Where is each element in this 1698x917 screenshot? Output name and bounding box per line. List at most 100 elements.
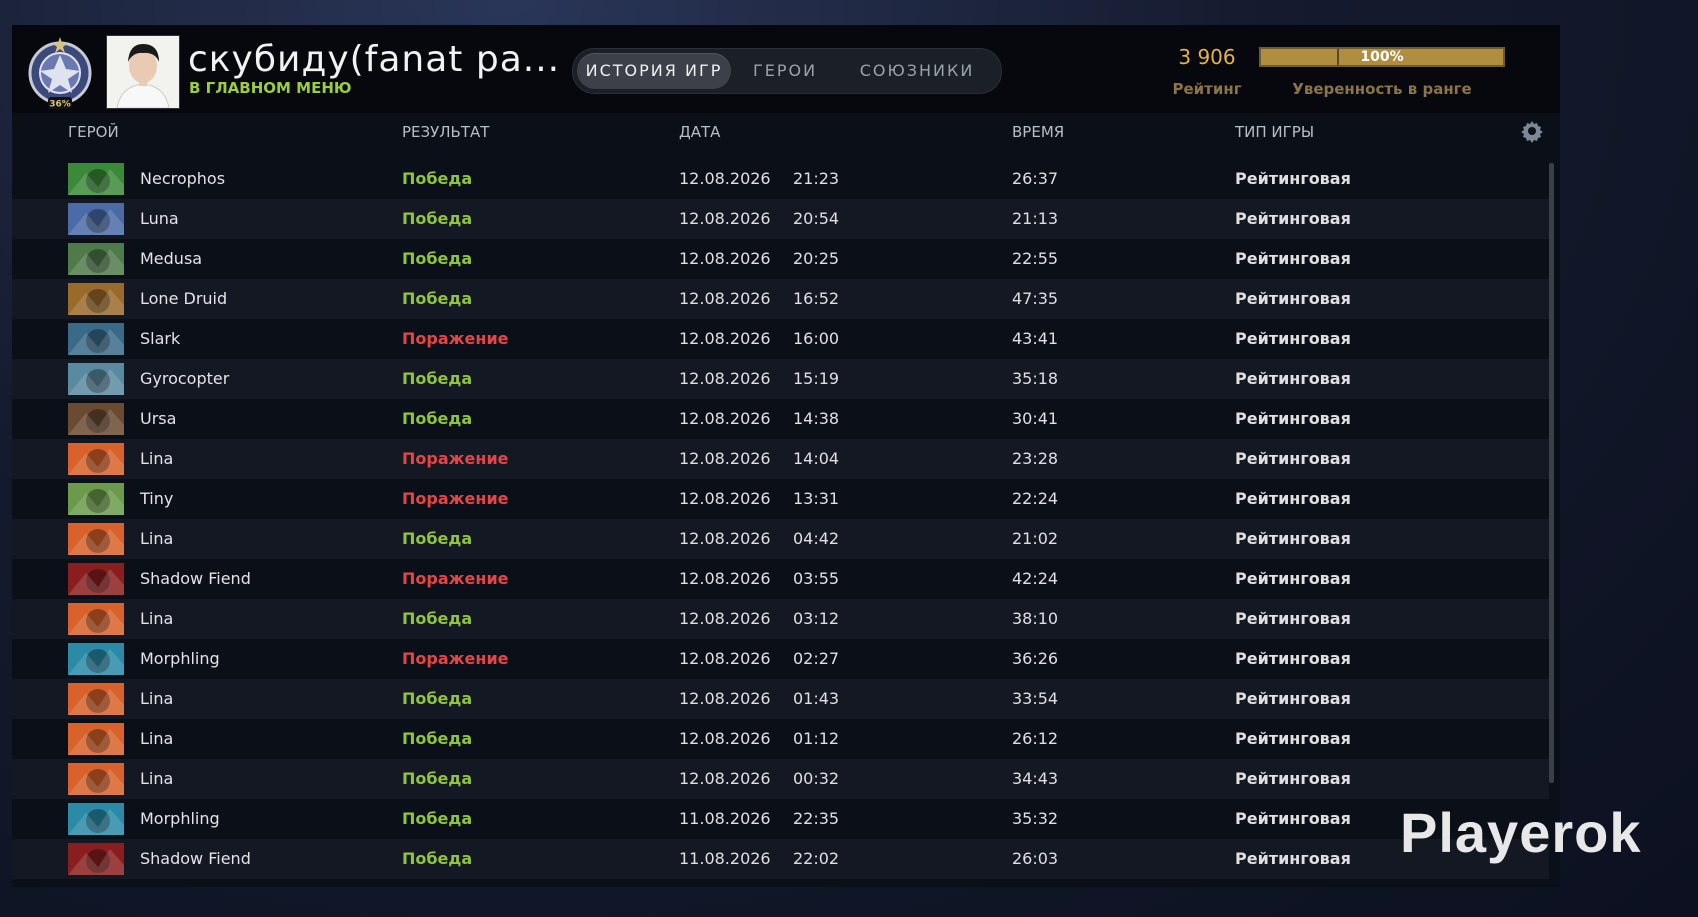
confidence-label: Уверенность в ранге [1292, 80, 1472, 98]
tab-heroes[interactable]: ГЕРОИ [735, 53, 835, 89]
column-hero[interactable]: ГЕРОЙ [68, 123, 119, 141]
match-duration: 43:41 [1012, 329, 1059, 348]
table-row[interactable]: Lina Победа 12.08.2026 00:32 34:43 Рейтингова… [12, 759, 1549, 799]
hero-portrait-icon [68, 603, 124, 635]
match-duration: 42:24 [1012, 569, 1059, 588]
hero-portrait-icon [68, 843, 124, 875]
hero-portrait-icon [68, 483, 124, 515]
table-row[interactable]: Lina Победа 12.08.2026 01:43 33:54 Рейтингова… [12, 679, 1549, 719]
confidence-bar: 100% [1259, 47, 1505, 67]
table-row[interactable]: Tiny Поражение 12.08.2026 13:31 22:24 Рейтинг… [12, 479, 1549, 519]
match-time: 01:12 [793, 729, 840, 748]
match-duration: 26:03 [1012, 849, 1059, 868]
hero-portrait-icon [68, 643, 124, 675]
hero-name: Lina [140, 729, 174, 748]
column-game-type[interactable]: ТИП ИГРЫ [1235, 123, 1314, 141]
hero-name: Slark [140, 329, 181, 348]
hero-name: Lone Druid [140, 289, 228, 308]
match-time: 04:42 [793, 529, 840, 548]
avatar[interactable] [106, 35, 180, 109]
match-duration: 35:18 [1012, 369, 1059, 388]
table-row[interactable]: Necrophos Победа 12.08.2026 21:23 26:37 Рейти… [12, 159, 1549, 199]
match-duration: 26:12 [1012, 729, 1059, 748]
table-row[interactable]: Lina Победа 12.08.2026 04:42 21:02 Рейтингова… [12, 519, 1549, 559]
match-duration: 21:02 [1012, 529, 1059, 548]
match-result: Победа [402, 609, 473, 628]
hero-name: Ursa [140, 409, 177, 428]
hero-name: Morphling [140, 649, 220, 668]
game-type: Рейтинговая [1235, 369, 1351, 388]
game-type: Рейтинговая [1235, 849, 1351, 868]
table-row[interactable]: Luna Победа 12.08.2026 20:54 21:13 Рейтингова… [12, 199, 1549, 239]
match-time: 02:27 [793, 649, 840, 668]
tab-allies[interactable]: СОЮЗНИКИ [839, 53, 995, 89]
match-date: 12.08.2026 [679, 249, 771, 268]
hero-portrait-icon [68, 803, 124, 835]
game-type: Рейтинговая [1235, 489, 1351, 508]
table-row[interactable]: Morphling Поражение 12.08.2026 02:27 36:26 Ре… [12, 639, 1549, 679]
scrollbar[interactable] [1549, 163, 1554, 783]
match-time: 22:35 [793, 809, 840, 828]
match-list: Necrophos Победа 12.08.2026 21:23 26:37 Рейти… [12, 159, 1549, 879]
table-row[interactable]: Morphling Победа 11.08.2026 22:35 35:32 Рейти… [12, 799, 1549, 839]
match-date: 12.08.2026 [679, 649, 771, 668]
match-date: 12.08.2026 [679, 489, 771, 508]
rank-medal-icon: 36% [28, 37, 92, 110]
match-date: 11.08.2026 [679, 849, 771, 868]
table-row[interactable]: Lone Druid Победа 12.08.2026 16:52 47:35 Рейт… [12, 279, 1549, 319]
watermark: Playerok [1400, 801, 1642, 864]
rating-value: 3 906 [1178, 45, 1236, 69]
match-time: 21:23 [793, 169, 840, 188]
table-row[interactable]: Ursa Победа 12.08.2026 14:38 30:41 Рейтингова… [12, 399, 1549, 439]
hero-portrait-icon [68, 763, 124, 795]
match-result: Победа [402, 409, 473, 428]
player-name[interactable]: скубиду(fanat ра... [188, 39, 560, 80]
hero-portrait-icon [68, 683, 124, 715]
hero-name: Lina [140, 449, 174, 468]
column-result[interactable]: РЕЗУЛЬТАТ [402, 123, 489, 141]
player-status: В ГЛАВНОМ МЕНЮ [189, 79, 352, 97]
match-duration: 22:24 [1012, 489, 1059, 508]
match-date: 12.08.2026 [679, 409, 771, 428]
match-result: Победа [402, 809, 473, 828]
match-duration: 47:35 [1012, 289, 1059, 308]
game-type: Рейтинговая [1235, 609, 1351, 628]
table-row[interactable]: Lina Победа 12.08.2026 03:12 38:10 Рейтингова… [12, 599, 1549, 639]
tab-match-history[interactable]: ИСТОРИЯ ИГР [577, 53, 731, 89]
match-time: 16:00 [793, 329, 840, 348]
match-time: 20:25 [793, 249, 840, 268]
table-row[interactable]: Medusa Победа 12.08.2026 20:25 22:55 Рейтинго… [12, 239, 1549, 279]
table-row[interactable]: Gyrocopter Победа 12.08.2026 15:19 35:18 Рейт… [12, 359, 1549, 399]
match-date: 12.08.2026 [679, 529, 771, 548]
column-date[interactable]: ДАТА [679, 123, 720, 141]
table-row[interactable]: Slark Поражение 12.08.2026 16:00 43:41 Рейтин… [12, 319, 1549, 359]
match-result: Победа [402, 209, 473, 228]
match-result: Победа [402, 169, 473, 188]
match-result: Победа [402, 369, 473, 388]
hero-portrait-icon [68, 523, 124, 555]
table-row[interactable]: Shadow Fiend Поражение 12.08.2026 03:55 42:2… [12, 559, 1549, 599]
match-date: 11.08.2026 [679, 809, 771, 828]
match-duration: 30:41 [1012, 409, 1059, 428]
match-duration: 36:26 [1012, 649, 1059, 668]
match-date: 12.08.2026 [679, 289, 771, 308]
column-duration[interactable]: ВРЕМЯ [1012, 123, 1064, 141]
avatar-portrait-icon [107, 36, 179, 108]
match-duration: 35:32 [1012, 809, 1059, 828]
match-result: Поражение [402, 449, 509, 468]
match-time: 03:12 [793, 609, 840, 628]
game-type: Рейтинговая [1235, 289, 1351, 308]
table-row[interactable]: Lina Победа 12.08.2026 01:12 26:12 Рейтингова… [12, 719, 1549, 759]
gear-icon[interactable] [1520, 119, 1544, 143]
match-time: 03:55 [793, 569, 840, 588]
hero-name: Lina [140, 609, 174, 628]
table-row[interactable]: Lina Поражение 12.08.2026 14:04 23:28 Рейтинг… [12, 439, 1549, 479]
match-date: 12.08.2026 [679, 369, 771, 388]
hero-name: Lina [140, 689, 174, 708]
table-row[interactable]: Shadow Fiend Победа 11.08.2026 22:02 26:03 Ре… [12, 839, 1549, 879]
match-time: 20:54 [793, 209, 840, 228]
rating-label: Рейтинг [1172, 80, 1242, 98]
hero-portrait-icon [68, 323, 124, 355]
hero-name: Shadow Fiend [140, 849, 251, 868]
match-result: Победа [402, 249, 473, 268]
